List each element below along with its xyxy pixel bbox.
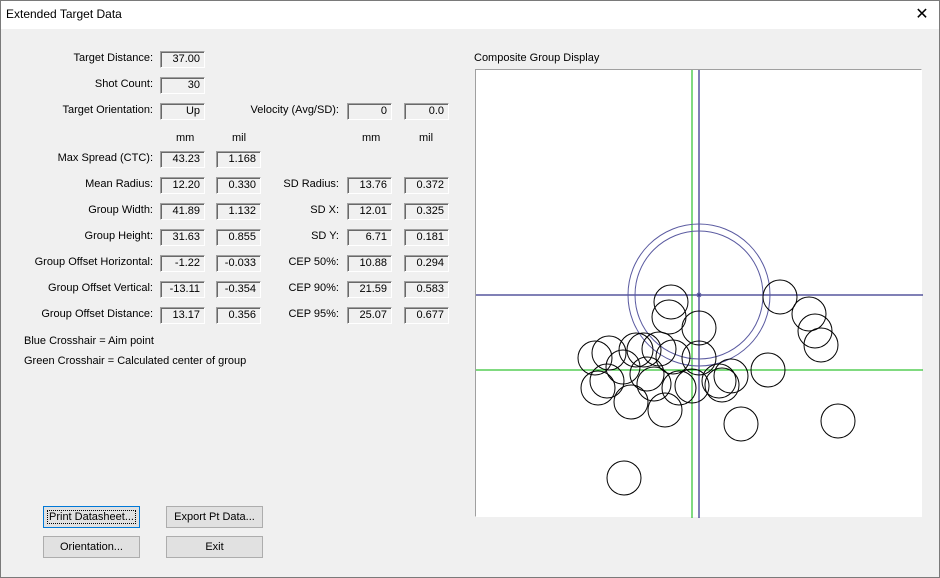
group-height-mm-field[interactable]: 31.63 xyxy=(160,229,205,246)
sd-x-mm-field[interactable]: 12.01 xyxy=(347,203,392,220)
cep-50-mm-field[interactable]: 10.88 xyxy=(347,255,392,272)
shot-hole xyxy=(820,403,856,439)
shot-count-field[interactable]: 30 xyxy=(160,77,205,94)
sd-radius-mil-field[interactable]: 0.372 xyxy=(404,177,449,194)
shot-hole xyxy=(636,366,672,402)
column-header-mm-right: mm xyxy=(362,132,381,144)
group-offset-vertical-label: Group Offset Vertical: xyxy=(48,282,153,294)
column-header-mm: mm xyxy=(176,132,195,144)
window-title: Extended Target Data xyxy=(6,7,122,21)
exit-button[interactable]: Exit xyxy=(166,536,263,558)
shot-hole xyxy=(589,363,625,399)
target-distance-field[interactable]: 37.00 xyxy=(160,51,205,68)
cep-50-mil-field[interactable]: 0.294 xyxy=(404,255,449,272)
cep-90-label: CEP 90%: xyxy=(288,282,339,294)
group-height-label: Group Height: xyxy=(84,230,153,242)
shot-count-label: Shot Count: xyxy=(94,78,153,90)
group-width-mil-field[interactable]: 1.132 xyxy=(216,203,261,220)
target-orientation-field[interactable]: Up xyxy=(160,103,205,120)
shot-hole xyxy=(651,299,687,335)
max-spread-mil-field[interactable]: 1.168 xyxy=(216,151,261,168)
cep-95-mil-field[interactable]: 0.677 xyxy=(404,307,449,324)
close-icon[interactable]: ✕ xyxy=(905,1,939,29)
group-offset-distance-mil-field[interactable]: 0.356 xyxy=(216,307,261,324)
shot-hole xyxy=(803,327,839,363)
cep-90-mil-field[interactable]: 0.583 xyxy=(404,281,449,298)
group-width-mm-field[interactable]: 41.89 xyxy=(160,203,205,220)
sd-y-mil-field[interactable]: 0.181 xyxy=(404,229,449,246)
cep-50-label: CEP 50%: xyxy=(288,256,339,268)
legend-green-crosshair: Green Crosshair = Calculated center of g… xyxy=(24,355,247,367)
group-width-label: Group Width: xyxy=(88,204,153,216)
sd-radius-mm-field[interactable]: 13.76 xyxy=(347,177,392,194)
sd-x-mil-field[interactable]: 0.325 xyxy=(404,203,449,220)
velocity-avg-field[interactable]: 0 xyxy=(347,103,392,120)
shot-hole xyxy=(653,284,689,320)
group-height-mil-field[interactable]: 0.855 xyxy=(216,229,261,246)
mean-radius-label: Mean Radius: xyxy=(85,178,153,190)
export-pt-data-button[interactable]: Export Pt Data... xyxy=(166,506,263,528)
group-offset-distance-mm-field[interactable]: 13.17 xyxy=(160,307,205,324)
composite-group-display-label: Composite Group Display xyxy=(474,52,600,64)
shot-hole xyxy=(580,370,616,406)
mean-radius-mm-field[interactable]: 12.20 xyxy=(160,177,205,194)
shot-hole xyxy=(613,384,649,420)
shot-hole xyxy=(713,358,749,394)
target-distance-label: Target Distance: xyxy=(73,52,153,64)
orientation-button[interactable]: Orientation... xyxy=(43,536,140,558)
group-offset-horizontal-mil-field[interactable]: -0.033 xyxy=(216,255,261,272)
column-header-mil-right: mil xyxy=(419,132,434,144)
cep-90-mm-field[interactable]: 21.59 xyxy=(347,281,392,298)
shot-hole xyxy=(591,335,627,371)
group-offset-horizontal-label: Group Offset Horizontal: xyxy=(34,256,153,268)
dialog-window: Extended Target Data ✕ Target Distance: … xyxy=(0,0,940,578)
sd-y-mm-field[interactable]: 6.71 xyxy=(347,229,392,246)
group-offset-vertical-mil-field[interactable]: -0.354 xyxy=(216,281,261,298)
sd-y-label: SD Y: xyxy=(311,230,339,242)
cep-95-label: CEP 95%: xyxy=(288,308,339,320)
sd-radius-label: SD Radius: xyxy=(283,178,339,190)
group-offset-distance-label: Group Offset Distance: xyxy=(41,308,153,320)
cep-95-mm-field[interactable]: 25.07 xyxy=(347,307,392,324)
shot-hole xyxy=(762,279,798,315)
shot-holes xyxy=(577,279,856,496)
composite-group-display xyxy=(475,69,923,518)
print-datasheet-button[interactable]: Print Datasheet... xyxy=(43,506,140,528)
shot-hole xyxy=(641,331,677,367)
mean-radius-mil-field[interactable]: 0.330 xyxy=(216,177,261,194)
print-datasheet-label: Print Datasheet... xyxy=(47,510,136,524)
group-offset-horizontal-mm-field[interactable]: -1.22 xyxy=(160,255,205,272)
shot-hole xyxy=(626,332,662,368)
max-spread-mm-field[interactable]: 43.23 xyxy=(160,151,205,168)
shot-hole xyxy=(606,460,642,496)
shot-hole xyxy=(704,367,740,403)
legend-blue-crosshair: Blue Crosshair = Aim point xyxy=(24,335,154,347)
velocity-sd-field[interactable]: 0.0 xyxy=(404,103,449,120)
shot-hole xyxy=(723,406,759,442)
shot-hole xyxy=(797,313,833,349)
title-bar: Extended Target Data ✕ xyxy=(1,1,939,29)
shot-hole xyxy=(791,296,827,332)
velocity-label: Velocity (Avg/SD): xyxy=(250,104,339,116)
group-plot xyxy=(476,70,923,518)
column-header-mil: mil xyxy=(232,132,247,144)
target-orientation-label: Target Orientation: xyxy=(62,104,154,116)
sd-x-label: SD X: xyxy=(310,204,339,216)
group-offset-vertical-mm-field[interactable]: -13.11 xyxy=(160,281,205,298)
max-spread-label: Max Spread (CTC): xyxy=(57,152,153,164)
